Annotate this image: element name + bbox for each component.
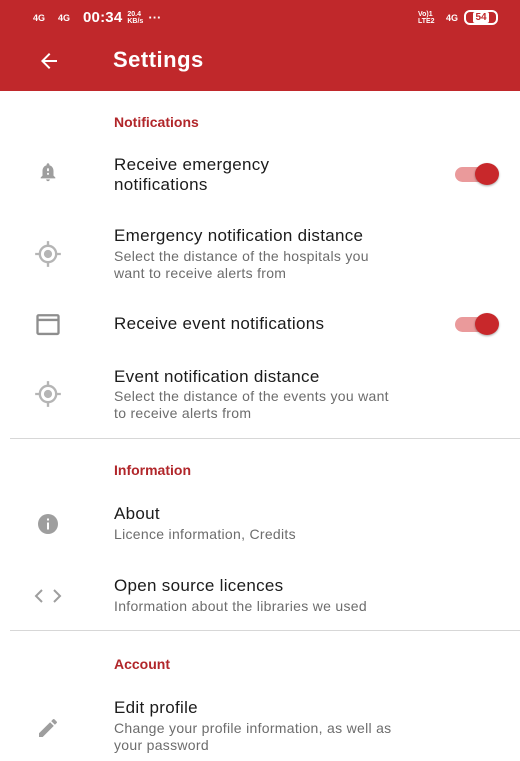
overflow-notifications: ··· [148,10,162,25]
setting-title-line-2: notifications [114,175,208,194]
battery-level: 54 [473,12,489,23]
emergency-notifications-toggle[interactable] [453,162,501,186]
setting-event-notification-distance[interactable]: Event notification distance Select the d… [0,364,520,426]
section-header-account: Account [114,656,170,672]
setting-summary-line-2: your password [114,737,209,753]
setting-receive-emergency-notifications[interactable]: Receive emergency notifications [0,150,520,206]
calendar-icon [30,306,66,342]
event-notifications-toggle[interactable] [453,312,501,336]
setting-title: About [114,504,160,523]
location-target-icon [30,236,66,272]
signal-strength-2: 4G [58,12,71,23]
toggle-thumb [475,163,499,185]
signal-strength-1: 4G [33,12,46,23]
setting-emergency-notification-distance[interactable]: Emergency notification distance Select t… [0,222,520,284]
code-icon [30,578,66,614]
setting-summary-line-2: want to receive alerts from [114,265,287,281]
volte-indicator: Vo)1 LTE2 [418,11,440,25]
network-speed-value: 20.4 [127,10,141,18]
setting-summary: Information about the libraries we used [114,598,367,614]
setting-about[interactable]: About Licence information, Credits [0,500,520,546]
section-divider [10,630,520,631]
setting-title: Edit profile [114,698,198,717]
clock: 00:34 [83,9,123,26]
volte-line-1: Vo)1 [417,10,433,18]
section-header-notifications: Notifications [114,114,199,130]
setting-title-line-1: Receive emergency [114,155,270,174]
status-bar: 4G 4G 00:34 20.4 KB/s ··· Vo)1 LTE2 4G 5… [0,0,520,36]
app-bar: 4G 4G 00:34 20.4 KB/s ··· Vo)1 LTE2 4G 5… [0,0,520,91]
setting-title: Emergency notification distance [114,226,364,245]
pencil-icon [30,710,66,746]
back-button[interactable] [32,44,66,78]
setting-summary-line-1: Change your profile information, as well… [114,720,392,736]
setting-summary: Licence information, Credits [114,526,296,542]
info-icon [30,506,66,542]
location-target-icon [30,376,66,412]
setting-receive-event-notifications[interactable]: Receive event notifications [0,304,520,344]
network-speed: 20.4 KB/s [127,11,143,25]
network-type: 4G [445,12,458,23]
setting-title: Receive emergency notifications [114,155,269,195]
battery-icon: 54 [464,10,498,25]
setting-summary: Select the distance of the hospitals you… [114,248,369,282]
setting-summary: Select the distance of the events you wa… [114,388,389,422]
setting-summary: Change your profile information, as well… [114,720,391,754]
network-speed-unit: KB/s [127,17,144,25]
setting-edit-profile[interactable]: Edit profile Change your profile informa… [0,694,520,756]
section-divider [10,438,520,439]
setting-title: Receive event notifications [114,314,325,333]
toggle-thumb [475,313,499,335]
setting-open-source-licences[interactable]: Open source licences Information about t… [0,574,520,618]
setting-summary-line-1: Select the distance of the hospitals you [114,248,369,264]
volte-line-2: LTE2 [417,17,435,25]
setting-summary-line-2: to receive alerts from [114,405,252,421]
arrow-left-icon [41,53,57,69]
bell-alert-icon [30,154,66,190]
page-title: Settings [113,47,204,72]
setting-title: Open source licences [114,576,284,595]
setting-summary-line-1: Select the distance of the events you wa… [114,388,389,404]
section-header-information: Information [114,462,191,478]
setting-title: Event notification distance [114,367,320,386]
